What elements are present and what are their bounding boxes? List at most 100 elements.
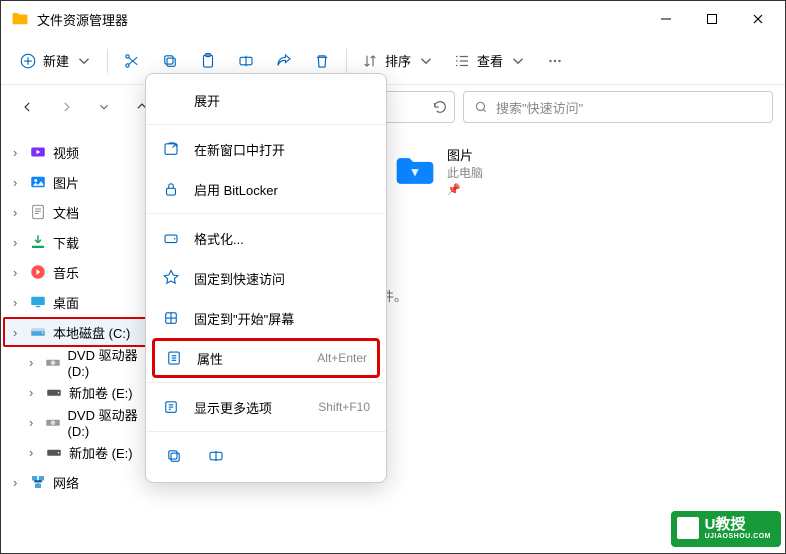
clipboard-icon xyxy=(199,52,217,70)
arrow-left-icon xyxy=(21,100,35,114)
menu-icon-row xyxy=(146,436,386,476)
desktop-icon xyxy=(29,293,47,311)
tree-item[interactable]: › 音乐 xyxy=(3,257,153,287)
pin-icon xyxy=(162,269,180,287)
tree-item-label: 本地磁盘 (C:) xyxy=(53,323,130,342)
properties-icon xyxy=(165,349,183,367)
list-icon xyxy=(453,52,471,70)
folder-location: 此电脑 xyxy=(447,164,483,181)
rename-icon xyxy=(237,52,255,70)
chevron-right-icon: › xyxy=(29,355,38,370)
tree-item[interactable]: ›视频 xyxy=(3,137,153,167)
chevron-right-icon: › xyxy=(29,385,39,400)
arrow-right-icon xyxy=(59,100,73,114)
tree-item-label: DVD 驱动器 (D:) xyxy=(68,405,149,439)
menu-expand[interactable]: 展开 xyxy=(146,80,386,120)
tree-item[interactable]: › 本地磁盘 (C:) xyxy=(3,317,153,347)
share-icon xyxy=(275,52,293,70)
tree-item[interactable]: ›新加卷 (E:) xyxy=(3,437,153,467)
tree-item[interactable]: ›DVD 驱动器 (D:) xyxy=(3,347,153,377)
tree-item[interactable]: › DVD 驱动器 (D:) xyxy=(3,407,153,437)
drive-icon xyxy=(29,323,47,341)
explorer-window: 文件资源管理器 新建 排序 查看 xyxy=(0,0,786,554)
rename-icon xyxy=(207,447,225,465)
sort-icon xyxy=(361,52,379,70)
chevron-right-icon: › xyxy=(13,175,23,190)
new-label: 新建 xyxy=(43,51,69,70)
menu-show-more[interactable]: 显示更多选项 Shift+F10 xyxy=(146,387,386,427)
menu-rename-button[interactable] xyxy=(200,440,232,472)
chevron-down-icon xyxy=(97,100,111,114)
folder-icon xyxy=(11,10,29,28)
refresh-icon[interactable] xyxy=(432,99,448,115)
tree-item[interactable]: › 网络 xyxy=(3,467,153,497)
tree-item-label: 新加卷 (E:) xyxy=(69,383,133,402)
chevron-right-icon: › xyxy=(29,415,38,430)
forward-button[interactable] xyxy=(51,92,81,122)
cut-button[interactable] xyxy=(114,44,150,78)
watermark: U教授 UJIAOSHOU.COM xyxy=(671,511,781,547)
new-button[interactable]: 新建 xyxy=(11,44,101,78)
window-title: 文件资源管理器 xyxy=(37,10,128,29)
chevron-right-icon: › xyxy=(13,265,23,280)
tree-item-label: 下载 xyxy=(53,233,79,252)
tree-item-label: 音乐 xyxy=(53,263,79,282)
toolbar: 新建 排序 查看 xyxy=(1,37,785,85)
titlebar: 文件资源管理器 xyxy=(1,1,785,37)
close-button[interactable] xyxy=(735,3,781,35)
drive-icon xyxy=(162,229,180,247)
tree-item-label: 图片 xyxy=(53,173,79,192)
menu-open-new-window[interactable]: 在新窗口中打开 xyxy=(146,129,386,169)
more-options-icon xyxy=(162,398,180,416)
dvd-icon xyxy=(44,353,62,371)
music-icon xyxy=(29,263,47,281)
context-menu: 展开 在新窗口中打开 启用 BitLocker 格式化... 固定到快速访问 固… xyxy=(145,73,387,483)
plus-circle-icon xyxy=(19,52,37,70)
menu-pin-quick-access[interactable]: 固定到快速访问 xyxy=(146,258,386,298)
ellipsis-icon xyxy=(546,52,564,70)
nav-tree: ›视频›图片›文档›下载›音乐›桌面›本地磁盘 (C:)›DVD 驱动器 (D:… xyxy=(1,129,153,553)
chevron-right-icon: › xyxy=(13,325,23,340)
menu-copy-button[interactable] xyxy=(158,440,190,472)
chevron-down-icon xyxy=(417,52,435,70)
tree-item[interactable]: › 图片 xyxy=(3,167,153,197)
tree-item-label: 网络 xyxy=(53,473,79,492)
chevron-right-icon: › xyxy=(13,205,23,220)
properties-shortcut: Alt+Enter xyxy=(317,351,367,365)
menu-properties[interactable]: 属性 Alt+Enter xyxy=(152,338,380,378)
dvd-icon xyxy=(44,413,62,431)
menu-format[interactable]: 格式化... xyxy=(146,218,386,258)
network-icon xyxy=(29,473,47,491)
more-button[interactable] xyxy=(537,44,573,78)
tree-item[interactable]: › 文档 xyxy=(3,197,153,227)
chevron-right-icon: › xyxy=(13,475,23,490)
tree-item-label: 文档 xyxy=(53,203,79,222)
tree-item[interactable]: › 新加卷 (E:) xyxy=(3,377,153,407)
pin-start-icon xyxy=(162,309,180,327)
pin-icon: 📌 xyxy=(447,183,483,196)
tree-item[interactable]: ›下载 xyxy=(3,227,153,257)
drive2-icon xyxy=(45,383,63,401)
chevron-right-icon: › xyxy=(13,295,23,310)
chevron-down-icon xyxy=(509,52,527,70)
trash-icon xyxy=(313,52,331,70)
menu-pin-start[interactable]: 固定到"开始"屏幕 xyxy=(146,298,386,338)
chevron-right-icon: › xyxy=(29,445,39,460)
minimize-button[interactable] xyxy=(643,3,689,35)
pictures-icon xyxy=(29,173,47,191)
search-box[interactable]: 搜索"快速访问" xyxy=(463,91,773,123)
menu-bitlocker[interactable]: 启用 BitLocker xyxy=(146,169,386,209)
recent-button[interactable] xyxy=(89,92,119,122)
view-button[interactable]: 查看 xyxy=(445,44,535,78)
scissors-icon xyxy=(123,52,141,70)
tree-item-label: 桌面 xyxy=(53,293,79,312)
view-label: 查看 xyxy=(477,51,503,70)
maximize-button[interactable] xyxy=(689,3,735,35)
tree-item[interactable]: › 桌面 xyxy=(3,287,153,317)
folder-name: 图片 xyxy=(447,145,483,164)
folder-item[interactable]: 图片此电脑 📌 xyxy=(393,145,553,196)
chevron-down-icon xyxy=(75,52,93,70)
nav-row: 搜索"快速访问" xyxy=(1,85,785,129)
folder-icon xyxy=(393,149,437,193)
back-button[interactable] xyxy=(13,92,43,122)
